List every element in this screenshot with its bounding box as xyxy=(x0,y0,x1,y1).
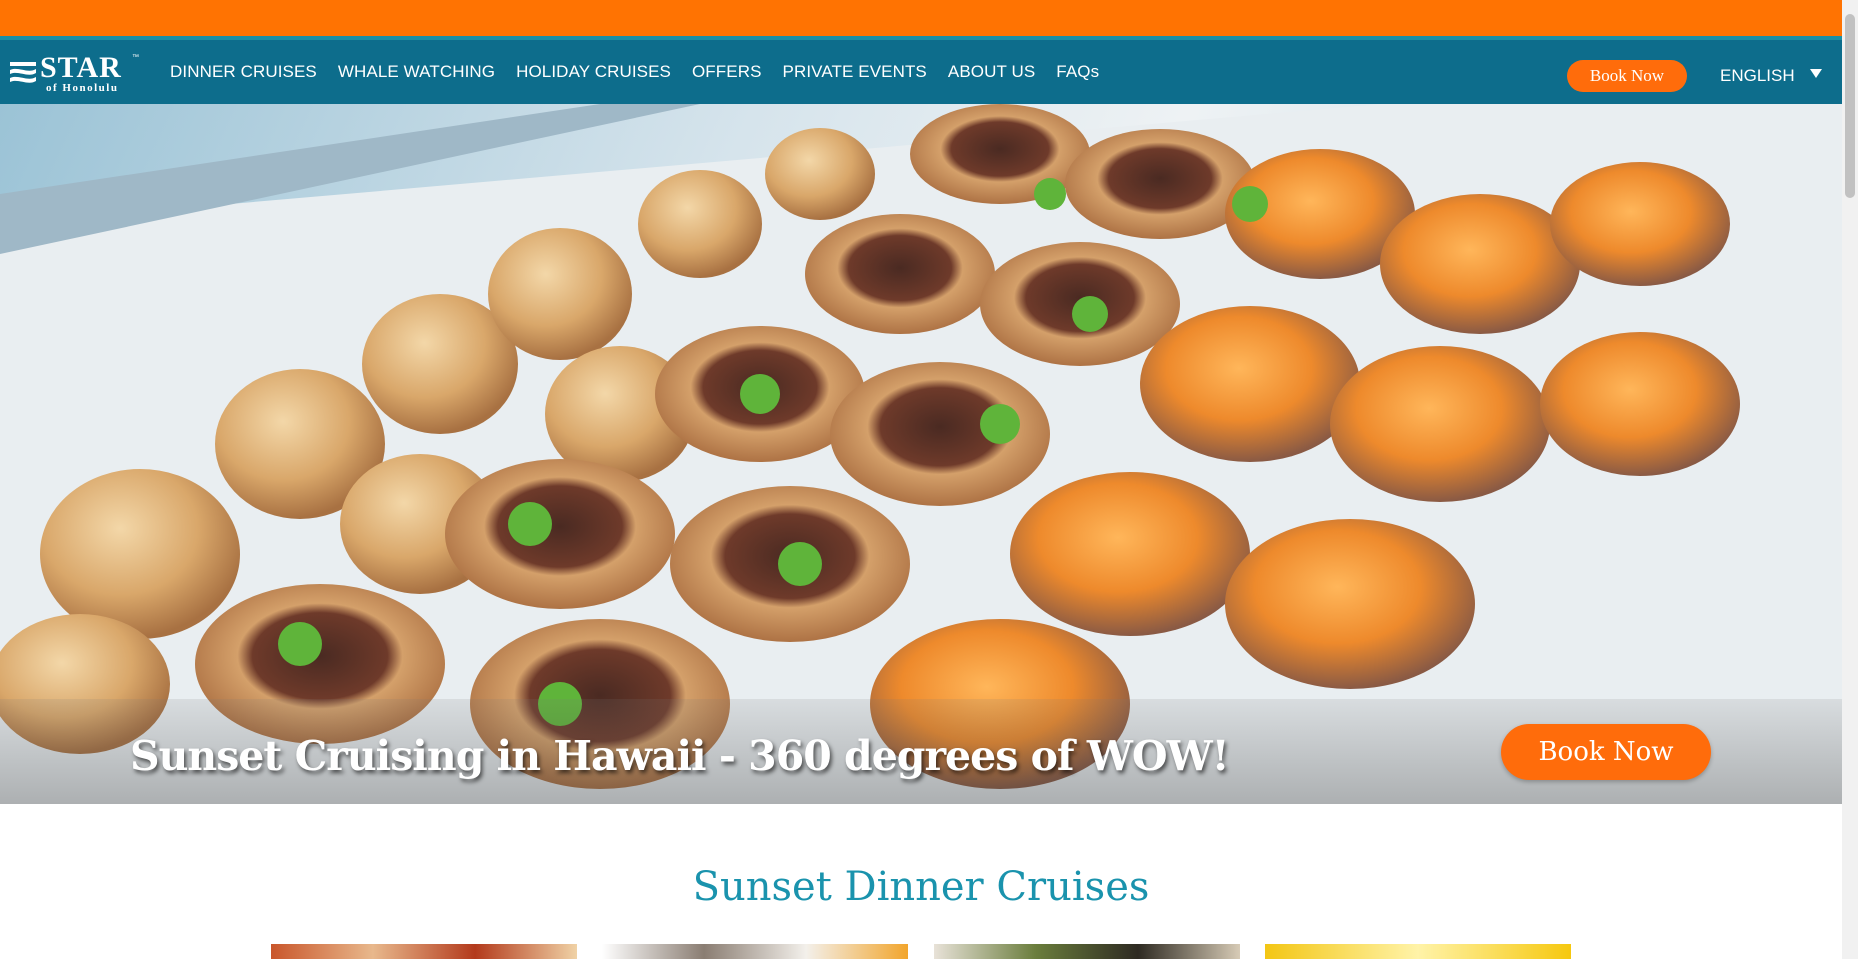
logo-wordmark: STAR xyxy=(40,51,122,84)
cruise-card-image[interactable] xyxy=(1265,944,1571,959)
nav-item-faqs[interactable]: FAQs xyxy=(1056,40,1099,104)
cruise-card-image[interactable] xyxy=(271,944,577,959)
nav-item-about-us[interactable]: ABOUT US xyxy=(948,40,1035,104)
page-scrollbar[interactable] xyxy=(1842,0,1858,959)
main-navigation: STAR ™ of Honolulu DINNER CRUISES WHALE … xyxy=(0,40,1842,104)
nav-menu: DINNER CRUISES WHALE WATCHING HOLIDAY CR… xyxy=(170,40,1120,104)
chevron-down-icon[interactable] xyxy=(1810,69,1822,78)
cruise-card-image[interactable] xyxy=(934,944,1240,959)
logo-wave-icon xyxy=(10,62,36,83)
nav-item-whale-watching[interactable]: WHALE WATCHING xyxy=(338,40,495,104)
hero-book-now-button[interactable]: Book Now xyxy=(1501,724,1711,780)
cruise-card-image[interactable] xyxy=(602,944,908,959)
hero-banner: Sunset Cruising in Hawaii - 360 degrees … xyxy=(0,104,1842,804)
section-title: Sunset Dinner Cruises xyxy=(692,864,1150,910)
language-selector[interactable]: ENGLISH xyxy=(1720,60,1795,92)
nav-item-offers[interactable]: OFFERS xyxy=(692,40,762,104)
scrollbar-thumb[interactable] xyxy=(1845,14,1855,198)
nav-item-dinner-cruises[interactable]: DINNER CRUISES xyxy=(170,40,317,104)
nav-book-now-button[interactable]: Book Now xyxy=(1567,60,1687,92)
nav-item-private-events[interactable]: PRIVATE EVENTS xyxy=(783,40,927,104)
logo-trademark: ™ xyxy=(132,54,139,61)
site-logo[interactable]: STAR ™ of Honolulu xyxy=(8,51,142,94)
logo-subtitle: of Honolulu xyxy=(46,82,119,94)
nav-item-holiday-cruises[interactable]: HOLIDAY CRUISES xyxy=(516,40,671,104)
hero-title: Sunset Cruising in Hawaii - 360 degrees … xyxy=(130,732,1230,780)
top-accent-bar xyxy=(0,0,1842,36)
